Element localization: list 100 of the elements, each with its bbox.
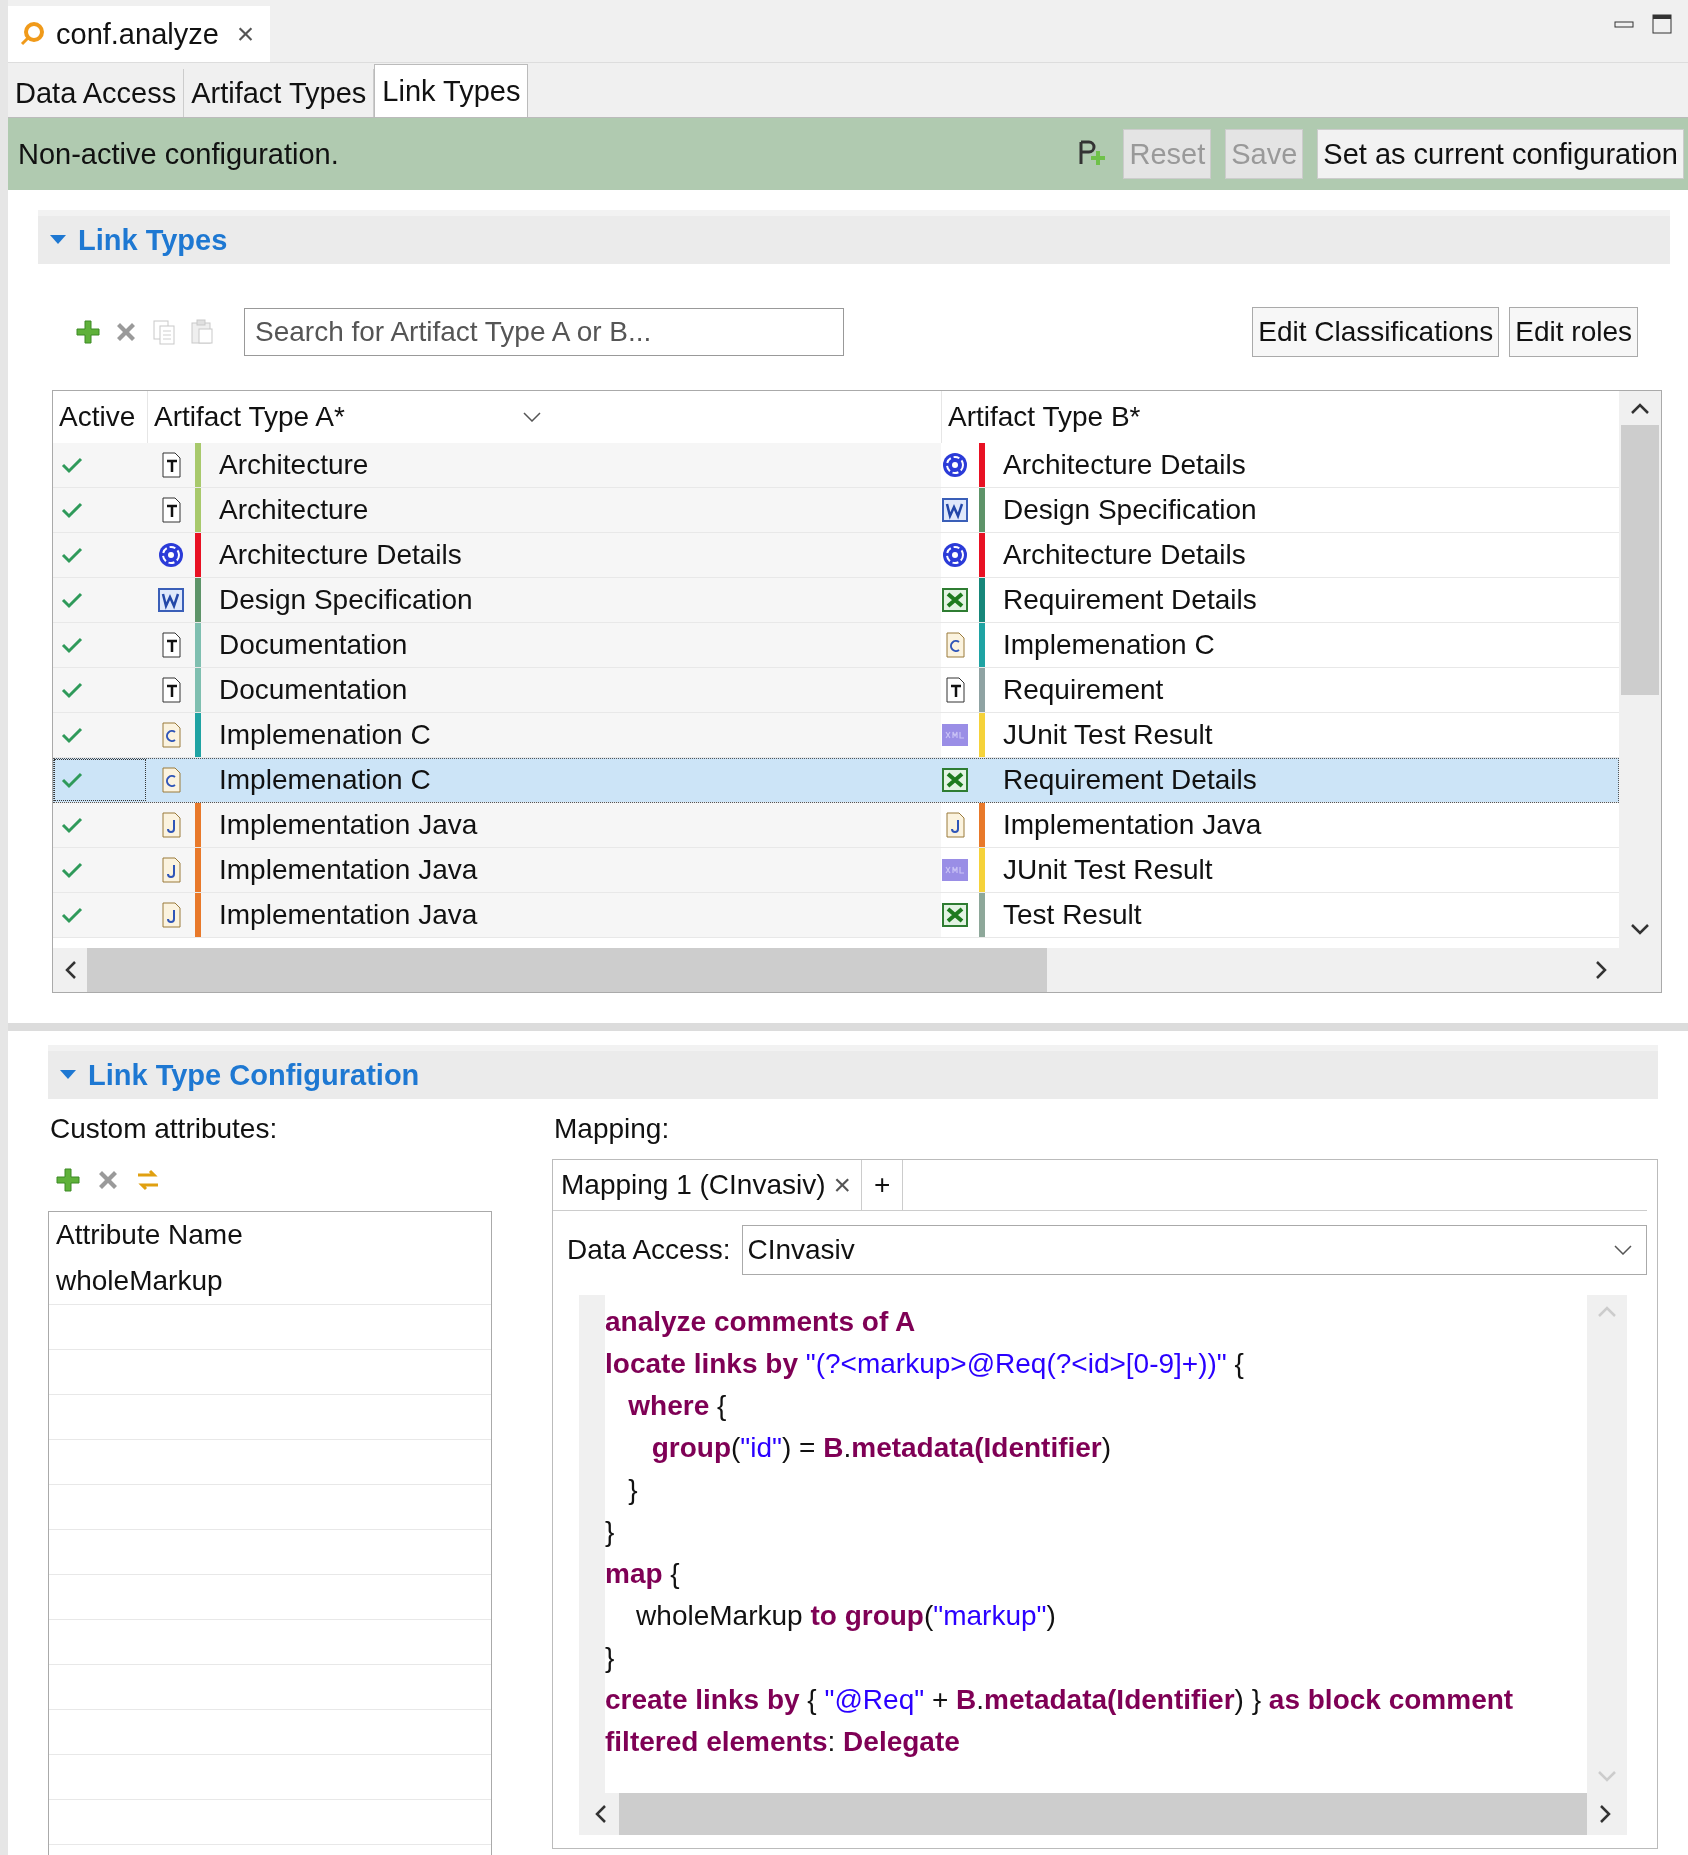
spreadsheet-icon [941,901,969,929]
scroll-right-icon[interactable] [1593,960,1609,980]
table-cell: Requirement Details [1003,764,1257,796]
maximize-icon[interactable] [1652,14,1672,34]
editor-tab[interactable]: conf.analyze × [8,6,271,62]
editor-tab-title: conf.analyze [56,17,219,51]
mapping-tab-label: Mapping 1 (CInvasiv) [561,1169,826,1201]
code-line: create links by { "@Req" + B.metadata(Identifier) } as block comment [605,1683,1515,1717]
table-row[interactable]: Architecture Architecture Details [53,443,1619,488]
page-tab[interactable]: Data Access [8,69,185,117]
code-line: wholeMarkup to group("markup") [635,1599,1057,1633]
section-header[interactable]: Link Type Configuration [48,1045,1658,1099]
scroll-down-icon[interactable] [1630,921,1650,937]
table-cell: Implemenation C [1003,629,1215,661]
table-cell: Test Result [1003,899,1142,931]
check-icon[interactable] [61,591,83,609]
table-row[interactable]: Architecture Design Specification [53,488,1619,533]
table-cell: JUnit Test Result [1003,854,1213,886]
table-row[interactable]: Documentation Implemenation C [53,623,1619,668]
xml-file-icon [941,856,969,884]
column-header[interactable]: Artifact Type A* [154,401,345,433]
check-icon[interactable] [61,456,83,474]
check-icon[interactable] [61,816,83,834]
close-icon[interactable]: × [236,17,255,51]
globe-icon [157,541,185,569]
collapse-icon[interactable] [60,1070,76,1080]
table-row[interactable]: Implemenation C Requirement Details [53,758,1619,803]
table-cell: Requirement Details [1003,584,1257,616]
check-icon[interactable] [61,771,83,789]
code-line: } [605,1641,616,1675]
field-label: Custom attributes: [49,1112,279,1146]
code-line: } [605,1515,616,1549]
section-title: Link Type Configuration [88,1058,420,1092]
check-icon[interactable] [61,681,83,699]
data-access-dropdown[interactable]: CInvasiv [742,1225,1647,1275]
table-cell: Documentation [219,629,408,661]
table-cell: Architecture Details [219,539,462,571]
table-cell: Documentation [219,674,408,706]
table-row[interactable]: Documentation Requirement [53,668,1619,713]
table-cell: Design Specification [219,584,473,616]
table-row[interactable]: Design Specification Requirement Details [53,578,1619,623]
table-row[interactable]: Implementation Java JUnit Test Result [53,848,1619,893]
code-line: analyze comments of A [605,1305,917,1339]
table-cell: Implemenation C [219,719,431,751]
field-label: Data Access: [567,1234,731,1266]
sort-icon[interactable] [523,412,541,422]
xml-file-icon [941,721,969,749]
status-message: Non-active configuration. [18,137,339,171]
toolbar-button[interactable]: Set as current configuration [1317,129,1684,179]
close-icon[interactable]: × [833,1168,852,1202]
table-cell: Implementation Java [219,899,478,931]
table-row[interactable]: Implementation Java Test Result [53,893,1619,938]
section-header[interactable]: Link Types [38,210,1670,264]
spreadsheet-icon [941,766,969,794]
code-line: where { [627,1389,728,1423]
table-cell: Implementation Java [1003,809,1262,841]
column-header[interactable]: Attribute Name [49,1212,491,1258]
edit-button[interactable]: Edit Classifications [1252,307,1500,357]
field-label: Mapping: [553,1112,671,1146]
code-editor[interactable] [579,1295,1627,1835]
horizontal-scrollbar[interactable] [53,948,1619,992]
minimize-icon[interactable] [1614,18,1634,30]
check-icon[interactable] [61,501,83,519]
dropdown-icon[interactable] [1614,1245,1632,1255]
table-cell: JUnit Test Result [1003,719,1213,751]
vertical-scrollbar[interactable] [1619,391,1661,992]
table-cell: Architecture [219,449,369,481]
add-icon[interactable] [74,318,102,346]
word-file-icon [941,496,969,524]
scroll-left-icon[interactable] [593,1804,609,1824]
table-cell: Requirement [1003,674,1164,706]
search-field[interactable]: Search for Artifact Type A or B... [244,308,844,356]
page-tab[interactable]: Link Types [374,64,529,117]
add-icon[interactable] [54,1166,82,1194]
collapse-icon[interactable] [50,235,66,245]
scroll-right-icon[interactable] [1597,1804,1613,1824]
section-title: Link Types [78,223,228,257]
check-icon[interactable] [61,906,83,924]
table-row[interactable]: Implemenation C JUnit Test Result [53,713,1619,758]
word-file-icon [157,586,185,614]
code-line: locate links by "(?<markup>@Req(?<id>[0-9]+))" { [605,1347,1245,1381]
scroll-left-icon[interactable] [63,960,79,980]
column-header[interactable]: Active [53,391,147,443]
spreadsheet-icon [941,586,969,614]
globe-icon [941,451,969,479]
edit-button[interactable]: Edit roles [1509,307,1638,357]
globe-icon [941,541,969,569]
table-cell: Architecture Details [1003,449,1246,481]
table-cell: Implementation Java [219,854,478,886]
code-line: filtered elements: Delegate [605,1725,961,1759]
check-icon[interactable] [61,636,83,654]
check-icon[interactable] [61,861,83,879]
check-icon[interactable] [61,726,83,744]
code-line: } [627,1473,639,1507]
check-icon[interactable] [61,546,83,564]
table-row[interactable]: Implementation Java Implementation Java [53,803,1619,848]
table-cell: Architecture [219,494,369,526]
code-line: group("id") = B.metadata(Identifier) [650,1431,1113,1465]
table-row[interactable]: Architecture Details Architecture Details [53,533,1619,578]
table-cell: Architecture Details [1003,539,1246,571]
